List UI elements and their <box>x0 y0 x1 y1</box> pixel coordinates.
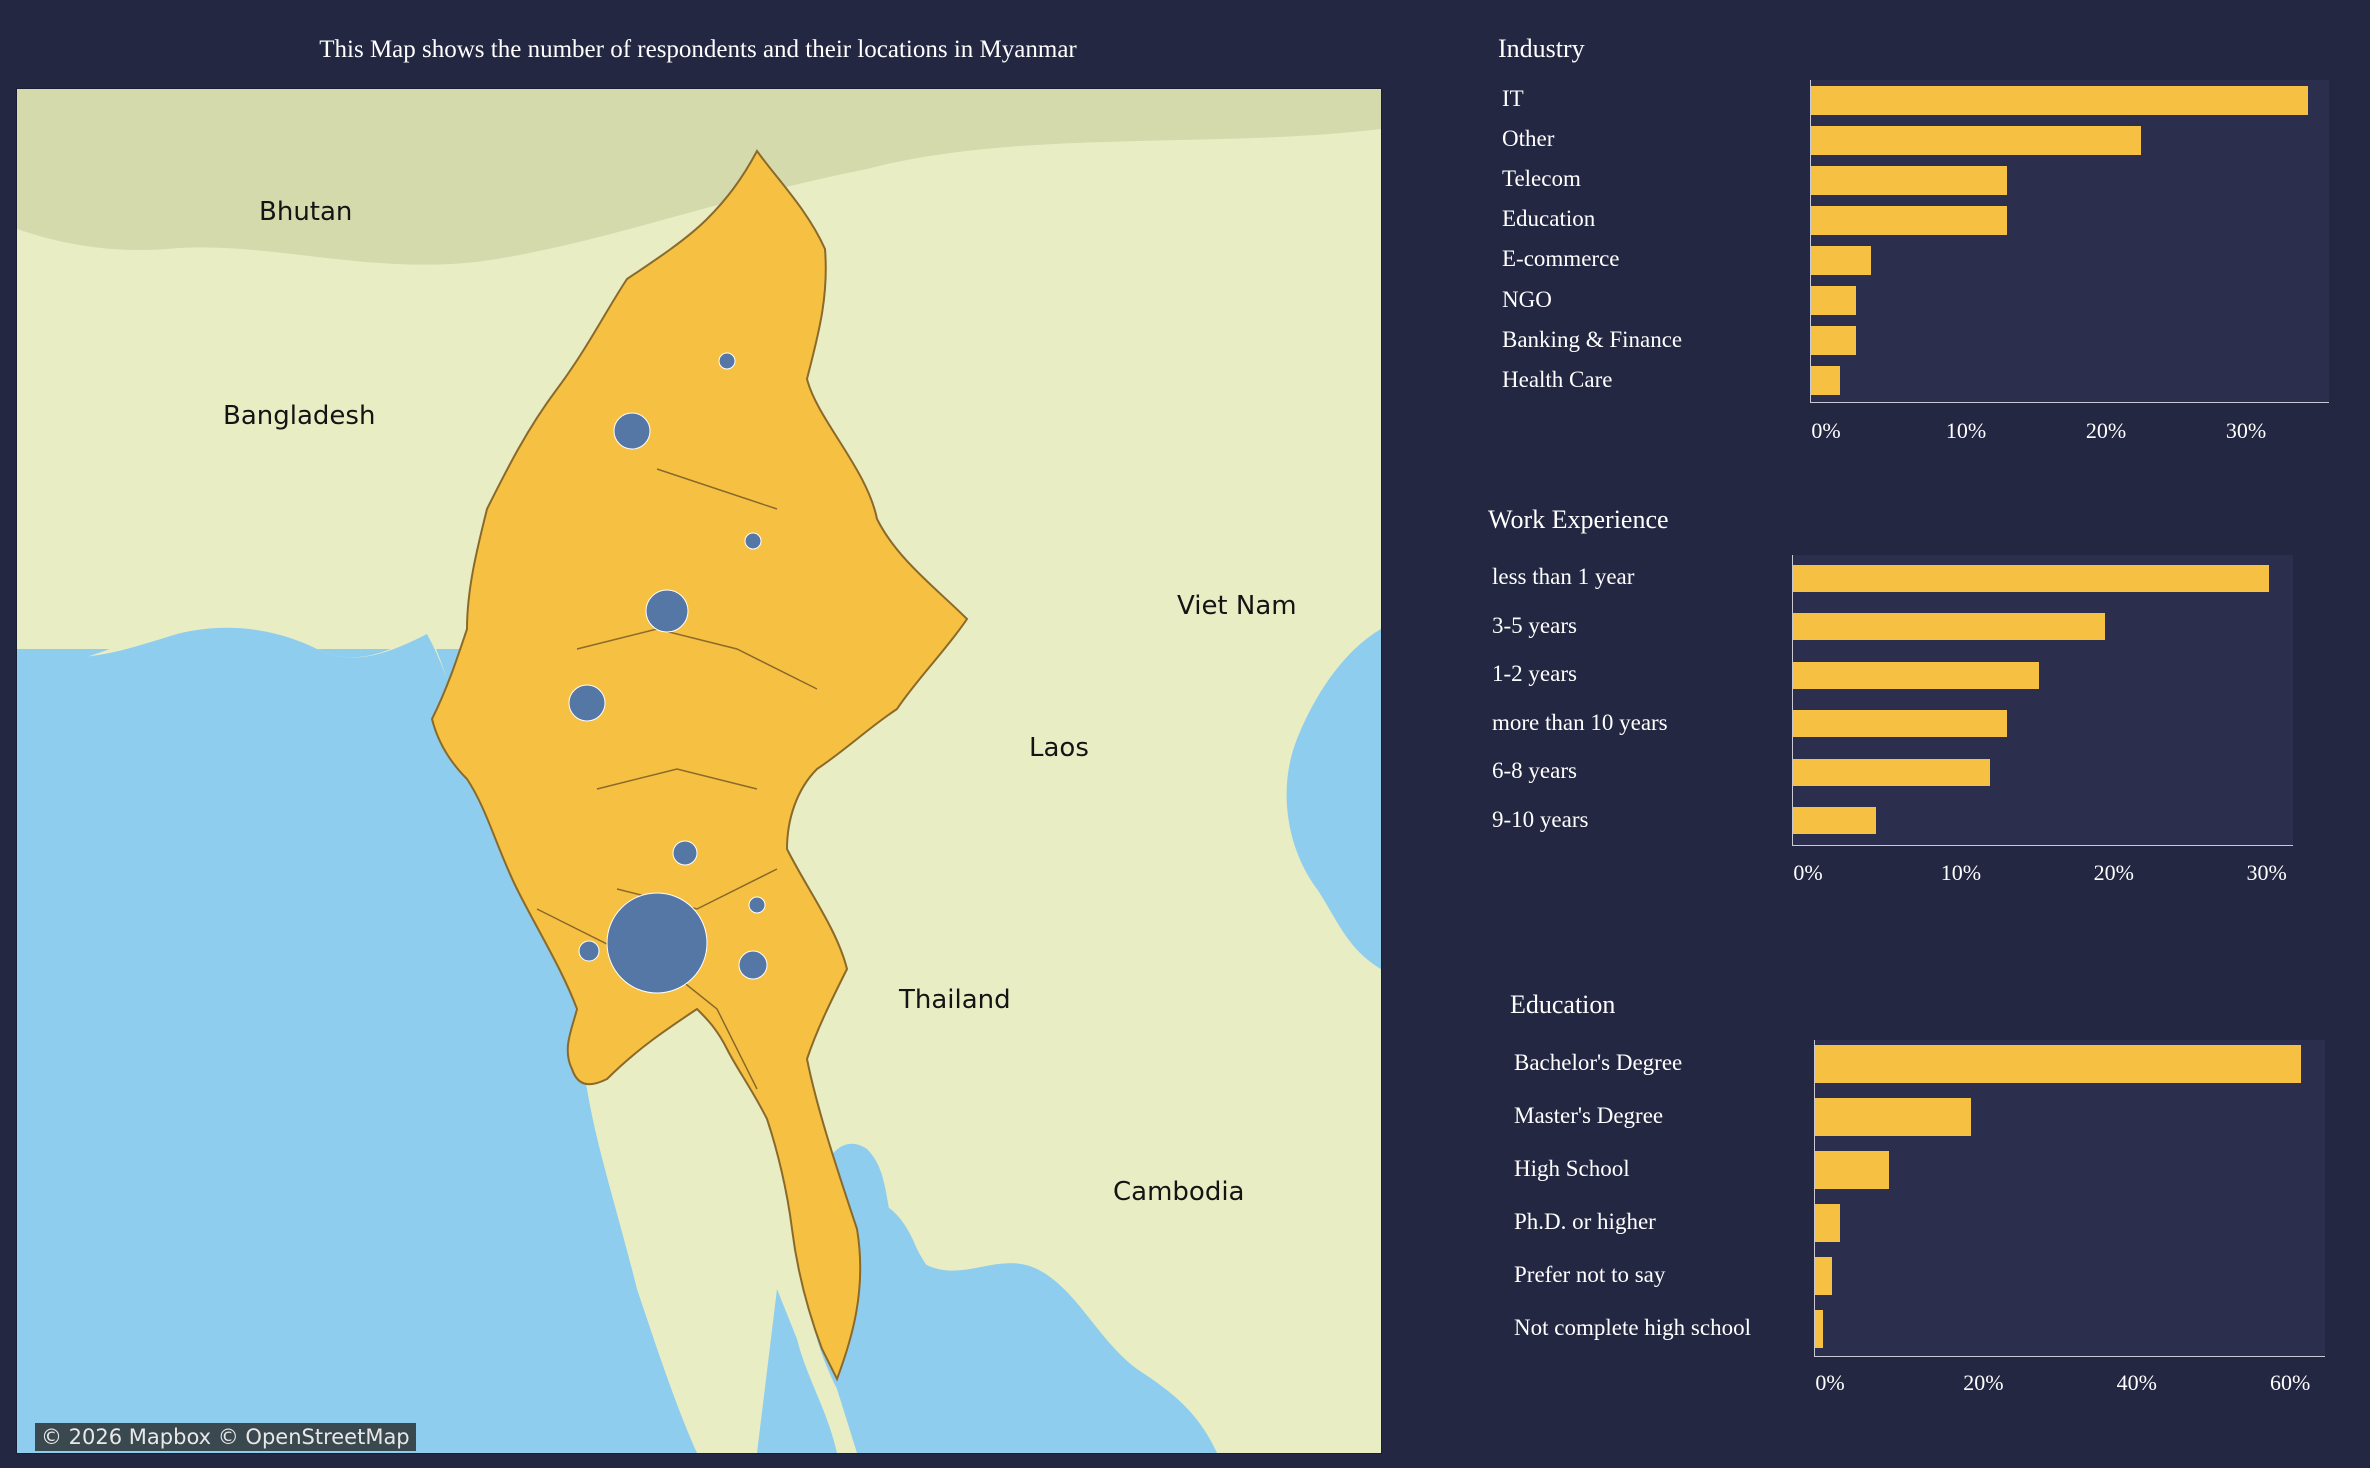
industry-x-tick-label: 10% <box>1945 418 1987 443</box>
education-category-label: Bachelor's Degree <box>1514 1050 1683 1075</box>
education-category-label: High School <box>1514 1156 1630 1181</box>
bubble-myitkyina <box>718 352 736 370</box>
education-bar[interactable] <box>1815 1310 1824 1348</box>
map-label-bhutan: Bhutan <box>259 197 353 227</box>
education-plot-area <box>1814 1040 2325 1357</box>
experience-x-tick-label: 20% <box>2093 860 2134 885</box>
map-label-vietnam: Viet Nam <box>1177 591 1297 621</box>
bubble-shan-north <box>744 532 762 550</box>
industry-bar[interactable] <box>1811 205 2007 235</box>
map-title: This Map shows the number of respondents… <box>319 36 1077 63</box>
industry-chart-title: Industry <box>1498 34 1585 63</box>
education-bar[interactable] <box>1815 1045 2302 1083</box>
experience-x-tick-label: 30% <box>2246 860 2287 885</box>
bubble-mon <box>738 950 768 980</box>
experience-chart-title: Work Experience <box>1488 505 1669 534</box>
industry-category-label: Health Care <box>1502 366 1613 392</box>
education-x-tick-label: 0% <box>1815 1370 1845 1395</box>
experience-category-label: 9-10 years <box>1492 806 1589 832</box>
industry-category-label: Other <box>1502 126 1555 152</box>
experience-bar[interactable] <box>1793 661 2040 689</box>
experience-bar[interactable] <box>1793 807 1876 834</box>
industry-bar[interactable] <box>1811 366 1841 396</box>
map-label-bangladesh: Bangladesh <box>223 401 376 431</box>
experience-category-label: more than 10 years <box>1492 709 1668 735</box>
experience-category-label: 3-5 years <box>1492 612 1577 638</box>
industry-bar[interactable] <box>1811 326 1856 356</box>
bubble-mandalay <box>645 589 689 633</box>
industry-bar[interactable] <box>1811 165 2007 195</box>
industry-category-label: NGO <box>1502 286 1552 312</box>
respondent-map[interactable]: Bhutan Bangladesh Viet Nam Laos Thailand… <box>16 88 1382 1454</box>
education-x-tick-label: 40% <box>2116 1370 2157 1395</box>
industry-category-label: Education <box>1502 206 1596 232</box>
education-category-label: Not complete high school <box>1514 1315 1751 1340</box>
education-x-tick-label: 60% <box>2269 1370 2311 1395</box>
industry-bar[interactable] <box>1811 125 2142 155</box>
experience-plot-area <box>1792 555 2293 846</box>
map-label-thailand: Thailand <box>899 985 1011 1015</box>
bubble-yangon <box>606 892 708 994</box>
bubble-magway <box>568 684 606 722</box>
education-category-label: Master's Degree <box>1514 1103 1664 1128</box>
industry-x-tick-label: 0% <box>1811 418 1841 443</box>
map-attribution[interactable]: © 2026 Mapbox © OpenStreetMap <box>35 1423 416 1451</box>
experience-category-label: less than 1 year <box>1492 564 1635 589</box>
experience-bar[interactable] <box>1793 758 1991 786</box>
experience-x-tick-label: 10% <box>1940 860 1982 885</box>
industry-bar[interactable] <box>1811 245 1872 275</box>
industry-category-label: IT <box>1502 86 1524 111</box>
industry-bar[interactable] <box>1811 85 2308 115</box>
education-bar[interactable] <box>1815 1151 1890 1189</box>
education-category-label: Ph.D. or higher <box>1514 1209 1656 1234</box>
industry-x-tick-label: 30% <box>2225 418 2267 443</box>
bubble-sagaing-north <box>613 412 651 450</box>
experience-x-tick-label: 0% <box>1793 860 1823 885</box>
education-bar[interactable] <box>1815 1098 1972 1136</box>
industry-plot-area <box>1810 80 2329 403</box>
map-canvas[interactable] <box>17 89 1381 1453</box>
education-category-label: Prefer not to say <box>1514 1262 1666 1287</box>
bubble-kayin <box>748 896 766 914</box>
experience-bar[interactable] <box>1793 564 2269 592</box>
map-label-cambodia: Cambodia <box>1113 1177 1245 1207</box>
experience-category-label: 1-2 years <box>1492 661 1577 686</box>
experience-bar[interactable] <box>1793 613 2105 640</box>
map-label-laos: Laos <box>1029 733 1089 763</box>
education-bar[interactable] <box>1815 1204 1840 1242</box>
experience-bar[interactable] <box>1793 710 2008 737</box>
industry-x-tick-label: 20% <box>2085 418 2127 443</box>
industry-category-label: Telecom <box>1502 166 1581 192</box>
industry-category-label: E-commerce <box>1502 246 1620 272</box>
industry-bar[interactable] <box>1811 286 1856 315</box>
education-x-tick-label: 20% <box>1963 1370 2004 1395</box>
education-chart-title: Education <box>1510 990 1616 1019</box>
experience-category-label: 6-8 years <box>1492 758 1577 783</box>
bubble-naypyitaw <box>672 840 698 866</box>
industry-category-label: Banking & Finance <box>1502 326 1683 352</box>
education-bar[interactable] <box>1815 1257 1832 1295</box>
bubble-ayeyarwady <box>578 940 600 962</box>
